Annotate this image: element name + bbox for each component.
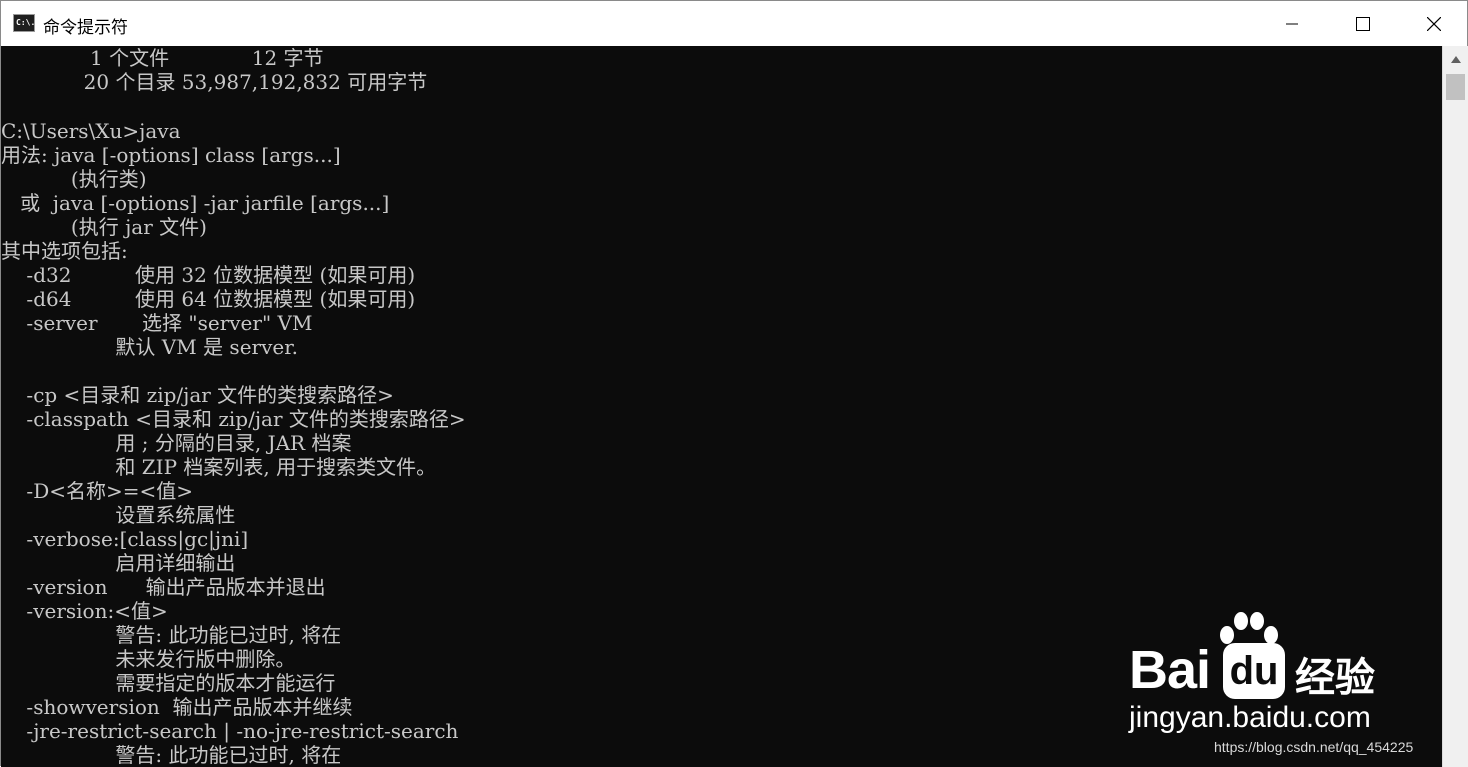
maximize-icon: [1355, 16, 1370, 31]
console-line: 未来发行版中删除。: [1, 647, 296, 671]
console-line: 1 个文件 12 字节: [1, 46, 324, 70]
console-line: -version:<值>: [1, 599, 168, 623]
console-line: C:\Users\Xu>java: [1, 119, 181, 143]
scroll-up-button[interactable]: [1443, 46, 1468, 72]
console-line: -jre-restrict-search | -no-jre-restrict-…: [1, 719, 459, 743]
maximize-button[interactable]: [1327, 1, 1398, 46]
console-line: -d64 使用 64 位数据模型 (如果可用): [1, 287, 416, 311]
console-line: -showversion 输出产品版本并继续: [1, 695, 353, 719]
title-bar[interactable]: C:\. 命令提示符: [1, 1, 1467, 46]
close-icon: [1426, 16, 1441, 31]
minimize-icon: [1285, 23, 1298, 24]
vertical-scrollbar[interactable]: [1442, 46, 1468, 767]
console-line: 或 java [-options] -jar jarfile [args...]: [1, 191, 390, 215]
cmd-app-icon: C:\.: [13, 14, 35, 32]
source-url-note: https://blog.csdn.net/qq_454225: [1214, 739, 1414, 755]
console-line: -classpath <目录和 zip/jar 文件的类搜索路径>: [1, 407, 466, 431]
console-line: -d32 使用 32 位数据模型 (如果可用): [1, 263, 416, 287]
window-title: 命令提示符: [43, 18, 128, 38]
scroll-thumb[interactable]: [1446, 74, 1465, 100]
console-line: 警告: 此功能已过时, 将在: [1, 743, 342, 767]
console-line: 需要指定的版本才能运行: [1, 671, 336, 695]
console-line: -version 输出产品版本并退出: [1, 575, 326, 599]
close-button[interactable]: [1398, 1, 1468, 46]
console-line: (执行类): [1, 167, 147, 191]
console-line: 默认 VM 是 server.: [1, 335, 298, 359]
console-line: 警告: 此功能已过时, 将在: [1, 623, 342, 647]
console-line: 设置系统属性: [1, 503, 236, 527]
console-line: 用 ; 分隔的目录, JAR 档案: [1, 431, 352, 455]
console-output[interactable]: 1 个文件 12 字节 20 个目录 53,987,192,832 可用字节 C…: [1, 46, 1442, 767]
console-line: -server 选择 "server" VM: [1, 311, 313, 335]
console-line: -verbose:[class|gc|jni]: [1, 527, 249, 551]
console-line: 用法: java [-options] class [args...]: [1, 143, 341, 167]
minimize-button[interactable]: [1256, 1, 1327, 46]
console-line: (执行 jar 文件): [1, 215, 207, 239]
console-line: -cp <目录和 zip/jar 文件的类搜索路径>: [1, 383, 394, 407]
console-line: 20 个目录 53,987,192,832 可用字节: [1, 70, 428, 94]
console-line: 其中选项包括:: [1, 239, 128, 263]
chevron-up-icon: [1450, 55, 1461, 63]
console-line: 和 ZIP 档案列表, 用于搜索类文件。: [1, 455, 437, 479]
console-line: -D<名称>=<值>: [1, 479, 194, 503]
console-line: 启用详细输出: [1, 551, 236, 575]
command-prompt-window: C:\. 命令提示符 1 个文件 12 字节 20 个目录 53,987,192…: [0, 0, 1468, 767]
